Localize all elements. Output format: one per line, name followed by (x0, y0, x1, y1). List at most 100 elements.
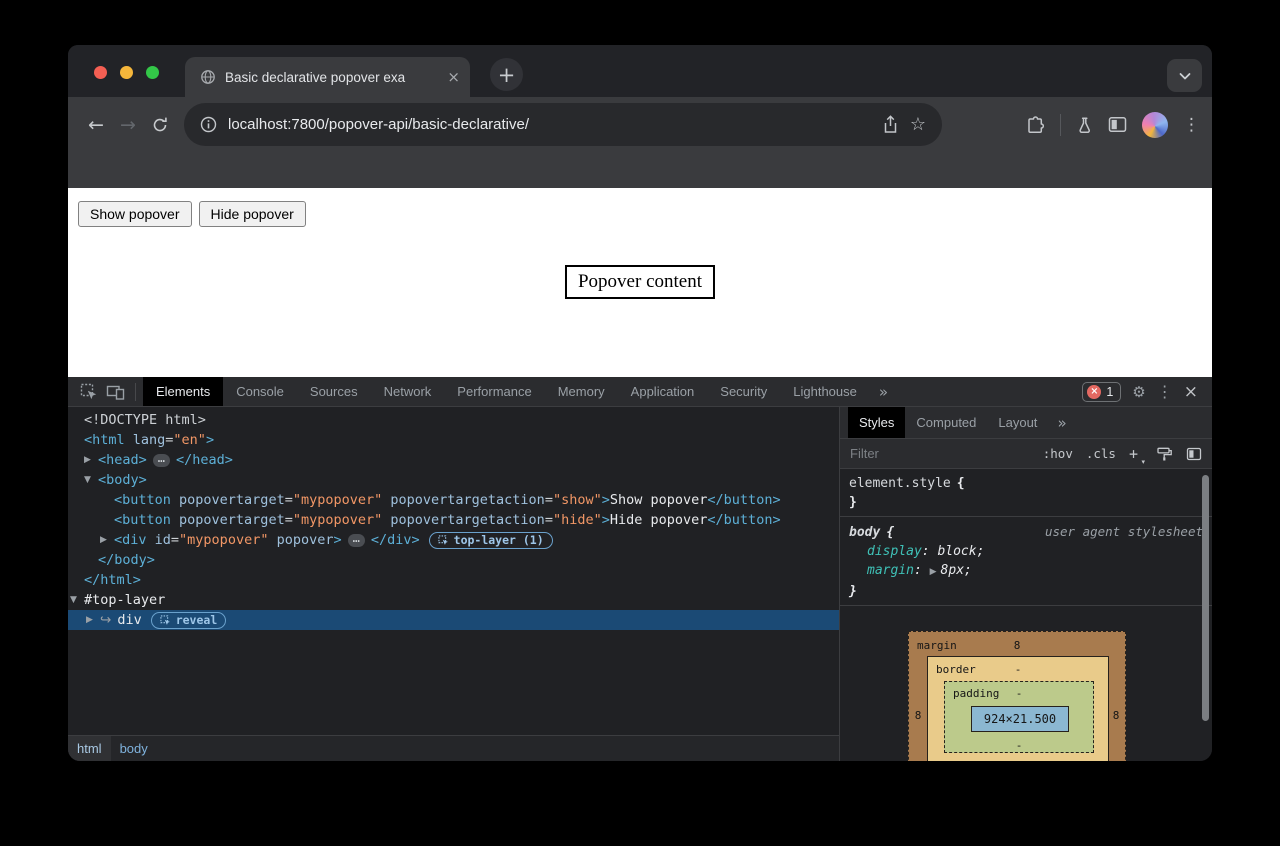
scrollbar-thumb[interactable] (1202, 475, 1209, 721)
dom-node-popover-div[interactable]: ▶<div id="mypopover" popover>…</div>top-… (68, 530, 839, 550)
show-popover-button[interactable]: Show popover (78, 201, 192, 227)
rule-element-style[interactable]: element.style{ } (840, 469, 1212, 517)
zoom-window-button[interactable] (146, 66, 159, 79)
more-tabs-icon[interactable]: » (870, 383, 897, 401)
devtools-tab-console[interactable]: Console (223, 377, 297, 406)
extensions-icon[interactable] (1025, 115, 1045, 135)
toggle-class-button[interactable]: .cls (1086, 446, 1116, 461)
address-bar[interactable]: localhost:7800/popover-api/basic-declara… (184, 103, 942, 146)
toggle-sidebar-icon[interactable] (1186, 447, 1202, 461)
breadcrumb-body[interactable]: body (111, 736, 157, 761)
bookmark-star-icon[interactable]: ☆ (910, 114, 926, 135)
share-icon[interactable] (882, 115, 899, 134)
dom-node-html[interactable]: <html lang="en"> (68, 430, 839, 450)
dom-node-button-show[interactable]: <button popovertarget="mypopover" popove… (68, 490, 839, 510)
devtools-tab-sources[interactable]: Sources (297, 377, 371, 406)
minimize-window-button[interactable] (120, 66, 133, 79)
syntax-token: </div> (371, 532, 420, 548)
devtools-tab-memory[interactable]: Memory (545, 377, 618, 406)
expand-arrow-icon[interactable]: ▶ (84, 450, 98, 470)
code-line: <!DOCTYPE html> (84, 410, 206, 430)
devtools-tab-network[interactable]: Network (371, 377, 445, 406)
expand-arrow-icon[interactable]: ▶ (86, 610, 100, 630)
syntax-token: popovertarget (171, 512, 285, 528)
breadcrumb-html[interactable]: html (68, 736, 111, 761)
browser-tab[interactable]: Basic declarative popover exa × (185, 57, 470, 97)
rendering-brush-icon[interactable] (1156, 446, 1173, 462)
syntax-token: <div (114, 532, 147, 548)
console-error-badge[interactable]: × 1 (1082, 382, 1121, 402)
tab-computed[interactable]: Computed (905, 407, 987, 438)
syntax-token: "en" (173, 432, 206, 448)
site-info-icon[interactable] (200, 116, 217, 133)
expand-arrow-icon[interactable]: ▶ (100, 530, 114, 550)
box-model-content[interactable]: 924×21.500 (971, 706, 1069, 732)
box-model-padding[interactable]: padding - - 924×21.500 (944, 681, 1094, 753)
dom-node-html-close[interactable]: </html> (68, 570, 839, 590)
dom-node-head[interactable]: ▶<head>…</head> (68, 450, 839, 470)
tab-layout[interactable]: Layout (987, 407, 1048, 438)
toggle-hover-button[interactable]: :hov (1043, 446, 1073, 461)
inspect-element-icon[interactable] (76, 383, 102, 401)
box-model-margin[interactable]: margin 8 8 8 - - - - border - (908, 631, 1126, 761)
devtools-close-icon[interactable]: × (1184, 382, 1198, 402)
profile-avatar[interactable] (1142, 112, 1168, 138)
box-model-border[interactable]: border - padding - - 924×21.500 (927, 656, 1109, 761)
css-property[interactable]: margin▶8px; (849, 561, 1203, 582)
syntax-token: <body> (98, 472, 147, 488)
css-property[interactable]: displayblock; (849, 542, 1203, 561)
dom-breadcrumbs: html body (68, 735, 839, 761)
dom-node-doctype[interactable]: <!DOCTYPE html> (68, 410, 839, 430)
dom-node-top-layer-div-selected[interactable]: ▶↪divreveal (68, 610, 839, 630)
code-line: </body> (98, 550, 155, 570)
devtools-tab-performance[interactable]: Performance (444, 377, 544, 406)
reveal-badge[interactable]: reveal (151, 612, 227, 629)
close-window-button[interactable] (94, 66, 107, 79)
syntax-token: Show popover (610, 492, 708, 508)
margin-top-value: 8 (909, 636, 1125, 655)
dom-node-top-layer[interactable]: ▼#top-layer (68, 590, 839, 610)
hide-popover-button[interactable]: Hide popover (199, 201, 306, 227)
expand-arrow-icon[interactable]: ▶ (930, 567, 937, 577)
labs-flask-icon[interactable] (1076, 116, 1093, 134)
toolbar-separator (135, 383, 136, 401)
back-button[interactable]: ← (80, 114, 112, 136)
tab-styles[interactable]: Styles (848, 407, 905, 438)
syntax-token: </html> (84, 572, 141, 588)
box-model-diagram[interactable]: margin 8 8 8 - - - - border - (908, 631, 1126, 761)
filter-input[interactable] (850, 446, 1031, 461)
tab-search-button[interactable] (1167, 59, 1202, 92)
collapse-arrow-icon[interactable]: ▼ (70, 590, 84, 610)
collapsed-content-button[interactable]: … (348, 534, 365, 547)
tab-close-icon[interactable]: × (447, 70, 460, 85)
browser-menu-icon[interactable]: ⋮ (1183, 115, 1200, 135)
syntax-token: = (285, 492, 293, 508)
code-line: </html> (84, 570, 141, 590)
devtools-settings-icon[interactable]: ⚙ (1132, 383, 1145, 401)
devtools-menu-icon[interactable]: ⋮ (1157, 382, 1173, 401)
syntax-token: > (333, 532, 341, 548)
new-tab-button[interactable]: + (490, 58, 523, 91)
devtools-tab-security[interactable]: Security (707, 377, 780, 406)
reload-button[interactable] (144, 116, 176, 134)
device-toolbar-icon[interactable] (102, 383, 128, 401)
dom-node-body[interactable]: ▼<body> (68, 470, 839, 490)
caret-down-icon: ▾ (1141, 458, 1145, 466)
rule-body-user-agent[interactable]: body { user agent stylesheet displaybloc… (840, 517, 1212, 606)
url-text[interactable]: localhost:7800/popover-api/basic-declara… (228, 116, 871, 133)
more-sidebar-tabs-icon[interactable]: » (1048, 414, 1075, 432)
devtools-tab-lighthouse[interactable]: Lighthouse (780, 377, 870, 406)
elements-panel: <!DOCTYPE html> <html lang="en"> ▶<head>… (68, 407, 840, 761)
devtools-tab-application[interactable]: Application (618, 377, 708, 406)
new-style-rule-button[interactable]: +▾ (1129, 445, 1143, 463)
dom-node-body-close[interactable]: </body> (68, 550, 839, 570)
dom-node-button-hide[interactable]: <button popovertarget="mypopover" popove… (68, 510, 839, 530)
syntax-token: #top-layer (84, 592, 165, 608)
top-layer-badge[interactable]: top-layer (1) (429, 532, 553, 549)
collapse-arrow-icon[interactable]: ▼ (84, 470, 98, 490)
collapsed-content-button[interactable]: … (153, 454, 170, 467)
popover-content: Popover content (565, 265, 715, 299)
devtools-tab-elements[interactable]: Elements (143, 377, 223, 406)
side-panel-icon[interactable] (1108, 116, 1127, 133)
forward-button[interactable]: → (112, 114, 144, 136)
